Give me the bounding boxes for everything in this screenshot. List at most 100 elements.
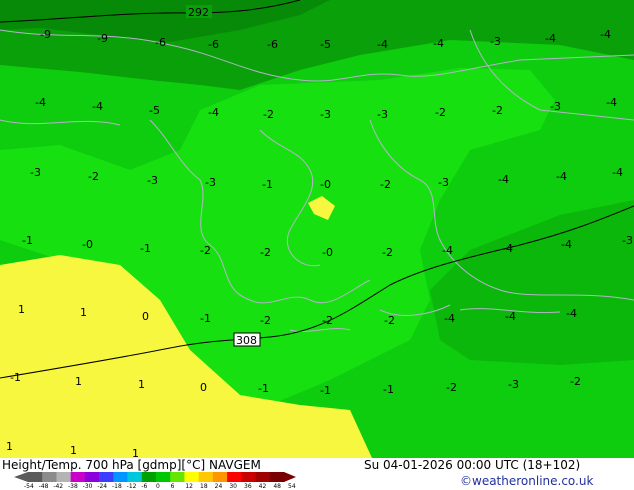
temperature-label: -4	[505, 310, 516, 323]
footer: Height/Temp. 700 hPa [gdmp][°C] NAVGEM S…	[0, 458, 634, 490]
color-scale-cell	[255, 472, 271, 482]
temperature-label: -3	[508, 378, 519, 391]
color-scale-label: -24	[97, 483, 108, 490]
temperature-label: -4	[498, 173, 509, 186]
temperature-label: 1	[18, 303, 25, 316]
color-scale-label: 42	[258, 483, 267, 490]
color-scale-label: -38	[68, 483, 78, 490]
temperature-label: -4	[600, 28, 611, 41]
temperature-label: -1	[140, 242, 151, 255]
color-scale-cell	[227, 472, 242, 482]
temperature-label: -2	[384, 314, 395, 327]
temperature-label: -1	[10, 371, 21, 384]
color-scale-cell	[70, 472, 86, 482]
temperature-label: -4	[556, 170, 567, 183]
temperature-label: -1	[262, 178, 273, 191]
color-scale-cell	[127, 472, 143, 482]
temperature-label: -5	[149, 104, 160, 117]
temperature-label: -2	[380, 178, 391, 191]
temperature-label: 1	[75, 375, 82, 388]
temperature-label: -4	[442, 244, 453, 257]
temperature-label: -3	[30, 166, 41, 179]
color-scale-cell	[170, 472, 185, 482]
run-timestamp: Su 04-01-2026 00:00 UTC (18+102)	[364, 458, 581, 472]
temperature-label: -1	[22, 234, 33, 247]
temperature-label: -3	[147, 174, 158, 187]
temperature-label: 1	[70, 444, 77, 457]
color-scale-label: 18	[200, 483, 208, 490]
color-scale-cell	[42, 472, 57, 482]
contour-label-292-group: 292	[186, 5, 212, 19]
temperature-label: -3	[438, 176, 449, 189]
temperature-label: -1	[258, 382, 269, 395]
color-scale-cell	[156, 472, 171, 482]
color-scale-label: 54	[288, 483, 296, 490]
temperature-label: -4	[566, 307, 577, 320]
contour-label-292: 292	[188, 6, 209, 19]
temperature-label: -2	[435, 106, 446, 119]
temperature-label: -2	[570, 375, 581, 388]
color-scale-labels: -54 -48 -42 -38 -30 -24 -18 -12 -6 0 6 12 18 24 30 36 42…	[14, 483, 314, 490]
temperature-label: -3	[205, 176, 216, 189]
temperature-label: -4	[35, 96, 46, 109]
temperature-label: -2	[263, 108, 274, 121]
temperature-label: -2	[446, 381, 457, 394]
temperature-label: -0	[82, 238, 93, 251]
temperature-label: -1	[383, 383, 394, 396]
color-scale-cell	[141, 472, 157, 482]
color-scale-label: 0	[156, 483, 160, 490]
color-scale-cell	[84, 472, 100, 482]
color-scale-label: -54	[24, 483, 34, 490]
temperature-label: 0	[200, 381, 207, 394]
map-title: Height/Temp. 700 hPa [gdmp][°C] NAVGEM	[2, 458, 261, 472]
temperature-label: -4	[502, 242, 513, 255]
color-scale-label: 36	[244, 483, 252, 490]
temperature-label: -4	[561, 238, 572, 251]
color-scale-cell	[56, 472, 71, 482]
color-scale-label: 12	[185, 483, 193, 490]
contour-label-308: 308	[236, 334, 257, 347]
temperature-label: -3	[622, 234, 633, 247]
color-scale-right-arrow	[284, 472, 296, 482]
color-scale-left-arrow	[14, 472, 28, 482]
temperature-label: -2	[200, 244, 211, 257]
temperature-label: 0	[142, 310, 149, 323]
color-scale-cell	[113, 472, 128, 482]
credit-link[interactable]: ©weatheronline.co.uk	[460, 474, 593, 488]
temperature-label: -2	[322, 314, 333, 327]
color-scale-label: 6	[170, 483, 175, 490]
color-scale-cells	[28, 472, 285, 482]
temperature-label: -4	[545, 32, 556, 45]
temperature-label: -4	[444, 312, 455, 325]
contour-label-308-group: 308	[233, 332, 261, 347]
color-scale-label: -6	[141, 483, 148, 490]
color-scale-label: -30	[82, 483, 93, 490]
temperature-label: -2	[382, 246, 393, 259]
temperature-label: -9	[97, 32, 108, 45]
temperature-label: 1	[138, 378, 145, 391]
temperature-label: -3	[490, 35, 501, 48]
temperature-label: 1	[80, 306, 87, 319]
temperature-label: -4	[612, 166, 623, 179]
color-scale-cell	[184, 472, 199, 482]
temperature-label: 1	[6, 440, 13, 453]
temperature-label: -2	[260, 246, 271, 259]
color-scale-cell	[241, 472, 256, 482]
temperature-label: -1	[320, 384, 331, 397]
temperature-label: -3	[320, 108, 331, 121]
temperature-label: -3	[377, 108, 388, 121]
color-scale-label: 24	[214, 483, 223, 490]
temperature-label: -5	[320, 38, 331, 51]
color-scale-cell	[198, 472, 214, 482]
temperature-label: -2	[260, 314, 271, 327]
temperature-label: -4	[92, 100, 103, 113]
temperature-label: -3	[550, 100, 561, 113]
color-scale-cell	[269, 472, 285, 482]
temperature-label: -1	[200, 312, 211, 325]
temperature-label: -4	[377, 38, 388, 51]
temperature-label: -9	[40, 28, 51, 41]
temperature-label: -0	[320, 178, 331, 191]
color-scale-cell	[28, 472, 43, 482]
temperature-label: -6	[267, 38, 278, 51]
temperature-label: -4	[433, 37, 444, 50]
